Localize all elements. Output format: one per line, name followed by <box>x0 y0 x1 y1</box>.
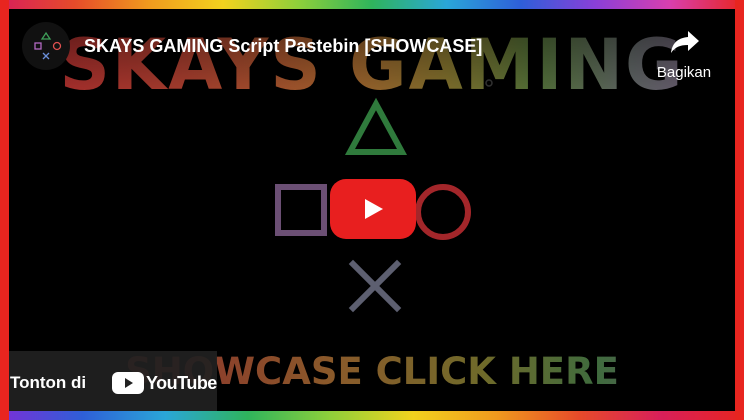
rainbow-border-top <box>0 0 744 9</box>
youtube-logo-icon <box>112 372 144 394</box>
video-embed-player[interactable]: SKAYS GAMING SHOWCASE CLICK HERE SKAYS G… <box>0 0 744 420</box>
share-arrow-icon <box>671 31 699 53</box>
share-button[interactable]: Bagikan <box>646 28 726 84</box>
rainbow-border-bottom <box>0 411 744 420</box>
controller-buttons-icon <box>34 31 62 60</box>
top-overlay-bar: SKAYS GAMING Script Pastebin [SHOWCASE] … <box>0 0 744 90</box>
border-right <box>735 0 744 420</box>
triangle-shape-icon <box>344 97 408 155</box>
play-icon <box>365 199 383 219</box>
square-shape-icon <box>275 184 327 236</box>
cross-shape-icon <box>348 259 402 313</box>
play-button[interactable] <box>330 179 416 239</box>
channel-avatar[interactable] <box>22 22 70 70</box>
watch-on-label: Tonton di <box>10 373 87 392</box>
youtube-wordmark: YouTube <box>146 373 217 393</box>
watch-on-youtube-button[interactable]: Tonton di YouTube <box>0 351 217 413</box>
border-left <box>0 0 9 420</box>
video-title-link[interactable]: SKAYS GAMING Script Pastebin [SHOWCASE] <box>84 36 482 57</box>
share-label: Bagikan <box>656 64 712 81</box>
circle-shape-icon <box>415 184 471 240</box>
